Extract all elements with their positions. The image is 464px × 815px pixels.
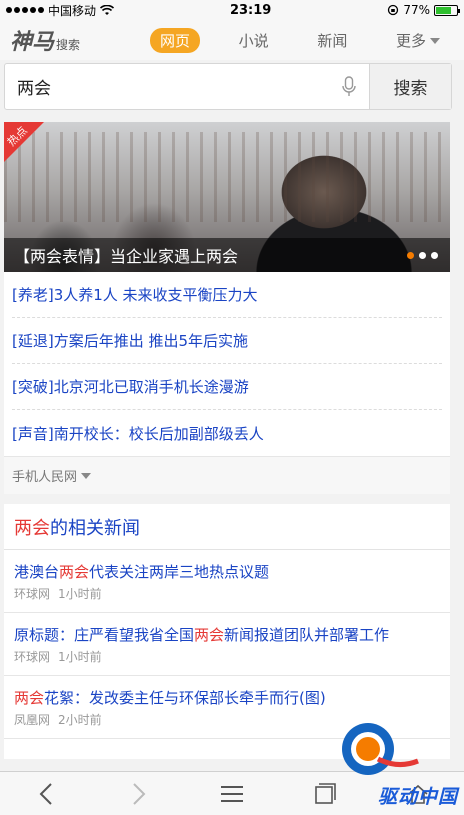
tab-news[interactable]: 新闻	[307, 28, 357, 53]
search-button[interactable]: 搜索	[369, 64, 451, 109]
news-time: 1小时前	[58, 587, 102, 601]
source-selector[interactable]: 手机人民网	[4, 456, 450, 494]
forward-icon[interactable]	[119, 774, 159, 814]
hero-background	[4, 132, 450, 222]
pager-dot[interactable]	[419, 252, 426, 259]
news-title: 原标题：庄严看望我省全国两会新闻报道团队并部署工作	[14, 625, 440, 645]
source-label: 手机人民网	[12, 470, 78, 485]
chevron-down-icon	[429, 38, 440, 44]
list-item[interactable]: [声音]南开校长：校长后加副部级丢人	[12, 410, 442, 456]
title-pre: 原标题：庄严看望我省全国	[14, 626, 195, 644]
tab-more-label: 更多	[395, 31, 426, 50]
news-item[interactable]: 原标题：庄严看望我省全国两会新闻报道团队并部署工作 环球网 1小时前	[4, 613, 450, 676]
status-left: 中国移动	[6, 2, 115, 19]
news-source: 环球网	[14, 650, 51, 664]
logo-mark: 神马	[10, 29, 55, 55]
title-post: 花絮：发改委主任与环保部长牵手而行(图)	[44, 689, 326, 707]
rotation-lock-icon	[388, 4, 399, 16]
news-item[interactable]: 港澳台两会代表关注两岸三地热点议题 环球网 1小时前	[4, 550, 450, 613]
hero-image[interactable]: 热点 【两会表情】当企业家遇上两会	[4, 122, 450, 272]
title-post: 代表关注两岸三地热点议题	[89, 563, 270, 581]
logo[interactable]: 神马 搜索	[10, 24, 150, 56]
list-item[interactable]: [养老]3人养1人 未来收支平衡压力大	[12, 272, 442, 318]
clock: 23:19	[229, 2, 272, 18]
list-item[interactable]: [突破]北京河北已取消手机长途漫游	[12, 364, 442, 410]
battery-fill	[435, 6, 452, 14]
carousel-pager	[407, 252, 438, 259]
tab-web[interactable]: 网页	[150, 27, 201, 53]
list-item[interactable]: [延退]方案后年推出 推出5年后实施	[12, 318, 442, 364]
title-rest: 的相关新闻	[50, 517, 140, 539]
pager-dot[interactable]	[431, 252, 438, 259]
news-source: 凤凰网	[14, 713, 51, 727]
title-highlight: 两会	[194, 626, 225, 644]
search-bar: 两会 搜索	[4, 63, 452, 110]
top-nav: 神马 搜索 网页 小说 新闻 更多	[0, 20, 464, 60]
search-input[interactable]: 两会	[5, 64, 329, 109]
status-bar: 中国移动 23:19 77%	[0, 0, 464, 20]
back-icon[interactable]	[26, 774, 66, 814]
carrier-label: 中国移动	[48, 3, 97, 18]
news-time: 1小时前	[58, 650, 102, 664]
chevron-down-icon	[81, 472, 92, 479]
menu-icon[interactable]	[212, 774, 252, 814]
watermark-text: 驱动中国	[377, 786, 458, 808]
hot-news-list: [养老]3人养1人 未来收支平衡压力大 [延退]方案后年推出 推出5年后实施 […	[4, 272, 450, 456]
title-highlight: 两会	[14, 517, 50, 539]
section-title[interactable]: 两会 的相关新闻	[4, 504, 450, 550]
news-meta: 环球网 1小时前	[14, 648, 440, 665]
signal-icon	[6, 7, 44, 13]
battery-percent: 77%	[403, 3, 430, 17]
title-pre: 港澳台	[14, 563, 60, 581]
news-title: 港澳台两会代表关注两岸三地热点议题	[14, 562, 440, 582]
status-right: 77%	[387, 3, 460, 17]
tab-novel[interactable]: 小说	[229, 28, 279, 53]
news-source: 环球网	[14, 587, 51, 601]
pager-dot[interactable]	[407, 252, 414, 259]
title-highlight: 两会	[14, 689, 45, 707]
logo-sub: 搜索	[56, 38, 81, 52]
news-time: 2小时前	[58, 713, 102, 727]
news-title: 两会花絮：发改委主任与环保部长牵手而行(图)	[14, 688, 440, 708]
microphone-icon[interactable]	[329, 64, 369, 109]
title-post: 新闻报道团队并部署工作	[224, 626, 390, 644]
news-meta: 环球网 1小时前	[14, 585, 440, 602]
tab-more[interactable]: 更多	[386, 28, 450, 53]
title-highlight: 两会	[59, 563, 90, 581]
hero-caption[interactable]: 【两会表情】当企业家遇上两会	[4, 238, 450, 272]
hot-news-card: 热点 【两会表情】当企业家遇上两会 [养老]3人养1人 未来收支平衡压力大 [延…	[4, 122, 450, 494]
wifi-icon	[100, 4, 115, 15]
battery-icon	[433, 4, 460, 16]
category-tabs: 网页 小说 新闻 更多	[150, 27, 454, 53]
